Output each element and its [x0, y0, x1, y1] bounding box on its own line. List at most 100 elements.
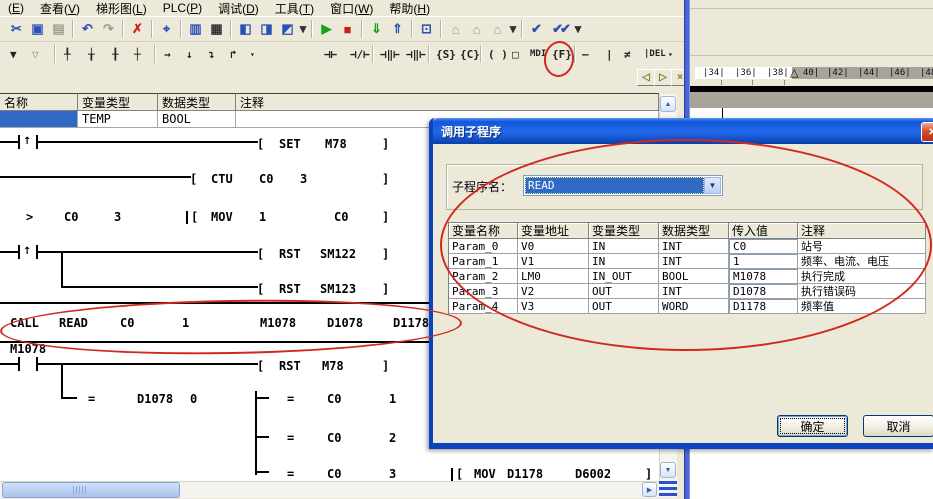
ladder-operand[interactable]: 3 [114, 210, 121, 224]
check-all-icon[interactable]: ✔✔ [547, 19, 573, 39]
find-icon[interactable]: ⌖ [156, 19, 177, 39]
contact-no[interactable] [18, 357, 20, 371]
scroll-down-icon[interactable]: ▼ [660, 462, 676, 478]
view-pane-2-icon[interactable]: ◨ [256, 19, 277, 39]
upload-from-plc-icon[interactable]: ⇑ [387, 19, 408, 39]
arrow-down-filled-icon[interactable]: ▼ [8, 44, 19, 64]
ladder-operand[interactable]: C0 [64, 210, 78, 224]
ruler-marker-icon[interactable]: △ [790, 66, 798, 79]
arrow-down-hollow-icon[interactable]: ▽ [30, 44, 41, 64]
ladder-token[interactable]: ] [382, 210, 389, 224]
view-pane-1-icon[interactable]: ◧ [235, 19, 256, 39]
contact-nc-icon[interactable]: ⊣/⊢ [348, 44, 372, 64]
ladder-token[interactable]: [ [257, 282, 264, 296]
view-pane-3-icon[interactable]: ◩ [277, 19, 298, 39]
ladder-operand[interactable]: D1178 [507, 467, 543, 481]
ladder-token[interactable]: [ [257, 247, 264, 261]
nav-prev-icon[interactable]: ◁ [637, 69, 655, 86]
run-icon[interactable]: ▶ [316, 19, 337, 39]
menu-debug[interactable]: 调试(D) [210, 0, 267, 17]
output-coil-icon[interactable]: ( ) [486, 44, 510, 64]
ladder-operand[interactable]: D6002 [575, 467, 611, 481]
menu-window[interactable]: 窗口(W) [322, 0, 381, 17]
ladder-operand[interactable]: 1 [259, 210, 266, 224]
redo-icon[interactable]: ↷ [98, 19, 119, 39]
compare-operator[interactable]: = [287, 392, 294, 406]
branch-up-icon[interactable]: ╀ [62, 44, 73, 64]
wire-corner-up-icon[interactable]: ↱ [228, 44, 239, 64]
ladder-operand[interactable]: M78 [325, 137, 347, 151]
lock-more-dropdown-icon[interactable]: ▾ [508, 19, 518, 39]
menu-tools[interactable]: 工具(T) [267, 0, 322, 17]
ladder-operand[interactable]: C0 [327, 431, 341, 445]
delete-more-dropdown-icon[interactable]: ▾ [666, 44, 675, 64]
ladder-token[interactable]: ] [382, 359, 389, 373]
ladder-operand[interactable]: 0 [190, 392, 197, 406]
contact-no-icon[interactable]: ⊣⊢ [322, 44, 339, 64]
ladder-token[interactable]: ] [382, 137, 389, 151]
contact-rising-edge[interactable] [18, 135, 20, 149]
ladder-operand[interactable]: 1 [389, 392, 396, 406]
wire-corner-down-icon[interactable]: ↴ [206, 44, 217, 64]
delete-element-icon[interactable]: |DEL [642, 44, 668, 64]
ladder-operand[interactable]: C0 [327, 467, 341, 481]
ladder-token[interactable]: [ [456, 467, 463, 481]
ok-button[interactable]: 确定 [777, 415, 848, 437]
contact-rising-edge[interactable] [18, 245, 20, 259]
wire-down-icon[interactable]: ↓ [184, 44, 195, 64]
check-more-dropdown-icon[interactable]: ▾ [573, 19, 583, 39]
menu-ladder[interactable]: 梯形图(L) [88, 0, 155, 17]
ladder-token[interactable]: [ [257, 359, 264, 373]
ladder-operand[interactable]: D1078 [137, 392, 173, 406]
check-icon[interactable]: ✔ [526, 19, 547, 39]
compare-operator[interactable]: = [88, 392, 95, 406]
compare-operator[interactable]: = [287, 431, 294, 445]
download-to-plc-icon[interactable]: ⇓ [366, 19, 387, 39]
menu-view[interactable]: 查看(V) [32, 0, 88, 17]
compare-operator[interactable]: = [287, 467, 294, 481]
ladder-token[interactable]: ] [382, 247, 389, 261]
var-cell-datatype[interactable]: BOOL [158, 111, 236, 128]
contact-rising-icon[interactable]: ⊣‖⊢ [378, 44, 402, 64]
function-box-icon[interactable]: □ [510, 44, 521, 64]
clear-coil-icon[interactable]: {C} [458, 44, 482, 64]
var-col-header-comment[interactable]: 注释 [236, 93, 659, 111]
ladder-token[interactable]: ] [645, 467, 652, 481]
scroll-up-icon[interactable]: ▲ [660, 96, 676, 112]
monitor-icon[interactable]: ⊡ [416, 19, 437, 39]
copy-icon[interactable]: ▣ [27, 19, 48, 39]
ladder-instruction[interactable]: RST [279, 282, 301, 296]
ladder-operand[interactable]: M78 [322, 359, 344, 373]
var-cell-name-selected[interactable] [0, 111, 78, 128]
hline-icon[interactable]: — [580, 44, 591, 64]
var-col-header-datatype[interactable]: 数据类型 [158, 93, 236, 111]
delete-icon[interactable]: ✗ [127, 19, 148, 39]
ladder-operand[interactable]: 2 [389, 431, 396, 445]
ladder-instruction[interactable]: RST [279, 359, 301, 373]
menu-edit[interactable]: (E) [0, 1, 32, 15]
set-coil-icon[interactable]: {S} [434, 44, 458, 64]
print-icon[interactable]: ▦ [206, 19, 227, 39]
ladder-operand[interactable]: C0 [334, 210, 348, 224]
cancel-button[interactable]: 取消 [863, 415, 933, 437]
wire-right-icon[interactable]: → [162, 44, 173, 64]
ladder-token[interactable]: ] [382, 282, 389, 296]
wire-more-dropdown-icon[interactable]: ▾ [248, 44, 257, 64]
menu-help[interactable]: 帮助(H) [381, 0, 438, 17]
vline-icon[interactable]: | [604, 44, 615, 64]
horizontal-scrollbar-thumb[interactable] [2, 482, 180, 498]
lock-all-icon[interactable]: ⌂ [487, 19, 508, 39]
unlock-icon[interactable]: ⌂ [466, 19, 487, 39]
ladder-instruction[interactable]: CTU [211, 172, 233, 186]
ladder-operand[interactable]: 3 [300, 172, 307, 186]
ladder-token[interactable]: [ [191, 210, 198, 224]
resize-grip[interactable] [659, 481, 677, 498]
view-more-dropdown-icon[interactable]: ▾ [298, 19, 308, 39]
var-cell-vartype[interactable]: TEMP [78, 111, 158, 128]
delete-line-icon[interactable]: ≠ [622, 44, 633, 64]
compare-operator[interactable]: > [26, 210, 33, 224]
ladder-token[interactable]: [ [190, 172, 197, 186]
branch-cross-icon[interactable]: ┼ [132, 44, 143, 64]
ladder-instruction[interactable]: MOV [211, 210, 233, 224]
contact-falling-icon[interactable]: ⊣‖⊢ [404, 44, 428, 64]
